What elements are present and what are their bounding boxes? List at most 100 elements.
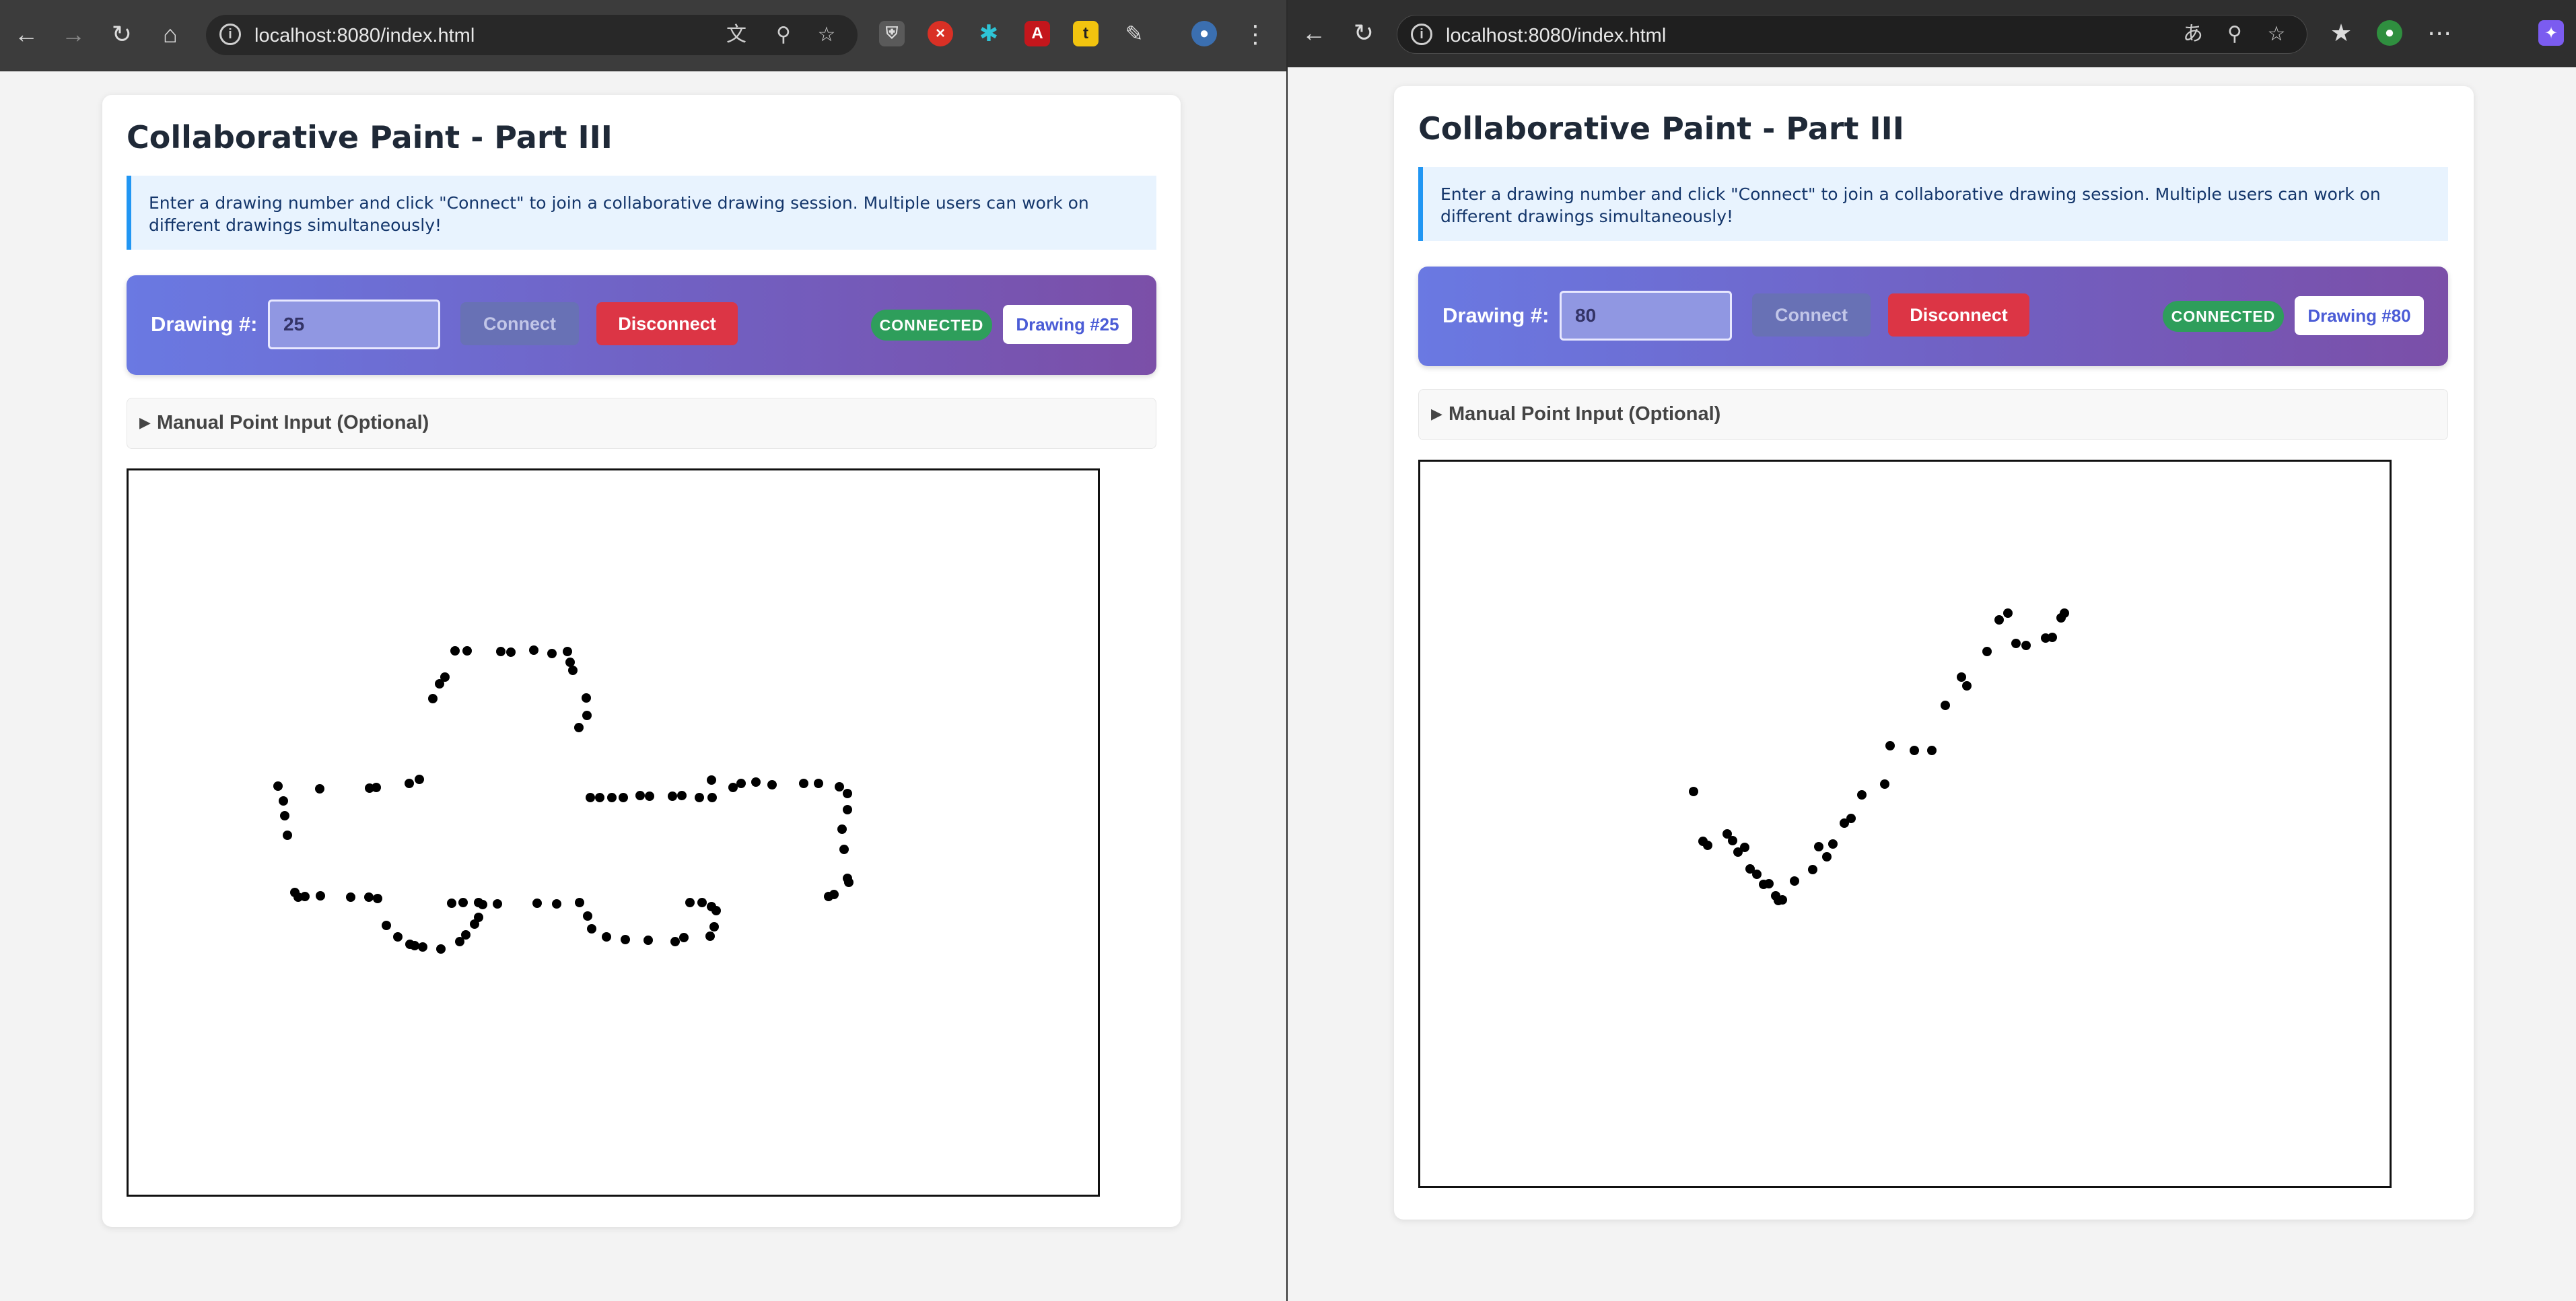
manual-point-input-toggle[interactable]: ▶ Manual Point Input (Optional) xyxy=(1418,389,2448,440)
browser-toolbar: ← ↻ i localhost:8080/index.html あ ⚲ ☆ ★ … xyxy=(1288,0,2576,67)
canvas-point xyxy=(393,932,403,942)
drawing-number-input[interactable] xyxy=(1560,291,1732,341)
menu-kebab-icon[interactable]: ⋮ xyxy=(1240,19,1271,50)
connection-controls: Drawing #: Connect Disconnect CONNECTED … xyxy=(127,275,1156,375)
profile-avatar-icon[interactable]: ● xyxy=(1191,21,1217,46)
canvas-point xyxy=(574,723,584,732)
canvas-point xyxy=(1994,615,2004,625)
canvas-point xyxy=(529,645,538,655)
canvas-point xyxy=(410,941,419,950)
canvas-point xyxy=(1778,895,1787,905)
canvas-point xyxy=(283,831,292,840)
canvas-point xyxy=(273,781,283,791)
canvas-point xyxy=(474,898,483,907)
canvas-point xyxy=(1880,779,1889,789)
canvas-point xyxy=(316,891,325,901)
disconnect-button[interactable]: Disconnect xyxy=(596,302,738,345)
home-icon[interactable]: ⌂ xyxy=(155,19,186,50)
canvas-point xyxy=(372,783,381,792)
canvas-point xyxy=(280,811,289,820)
connect-button[interactable]: Connect xyxy=(460,302,579,345)
browser-window-left: ← → ↻ ⌂ i localhost:8080/index.html 文 ⚲ … xyxy=(0,0,1286,1301)
page-title: Collaborative Paint - Part III xyxy=(127,119,613,155)
manual-point-input-toggle[interactable]: ▶ Manual Point Input (Optional) xyxy=(127,398,1156,449)
canvas-point xyxy=(565,658,575,667)
canvas-point xyxy=(799,779,808,788)
canvas-point xyxy=(645,792,654,801)
canvas-point xyxy=(563,647,572,656)
canvas-point xyxy=(493,899,502,909)
canvas-point xyxy=(346,892,355,902)
blocker-extension-icon[interactable]: × xyxy=(928,21,953,46)
site-info-icon[interactable]: i xyxy=(1411,24,1432,45)
t-extension-icon[interactable]: t xyxy=(1073,21,1099,46)
pdf-extension-icon[interactable]: A xyxy=(1024,21,1050,46)
address-bar[interactable]: i localhost:8080/index.html あ ⚲ ☆ xyxy=(1397,15,2307,54)
asterisk-extension-icon[interactable]: ✱ xyxy=(976,21,1002,46)
extensions-puzzle-icon[interactable]: ✎ xyxy=(1121,21,1147,46)
status-badge: CONNECTED xyxy=(2163,301,2284,332)
canvas-point xyxy=(586,793,595,802)
canvas-point xyxy=(595,793,604,802)
canvas-point xyxy=(458,898,468,907)
canvas-point xyxy=(1808,865,1817,874)
reload-icon[interactable]: ↻ xyxy=(1348,17,1379,48)
canvas-point xyxy=(685,898,695,907)
address-bar[interactable]: i localhost:8080/index.html 文 ⚲ ☆ xyxy=(206,15,858,55)
canvas-point xyxy=(2003,608,2013,618)
back-icon[interactable]: ← xyxy=(11,19,42,50)
disconnect-button[interactable]: Disconnect xyxy=(1888,293,2029,337)
canvas-point xyxy=(1957,672,1966,682)
canvas-point xyxy=(751,777,761,787)
canvas-point xyxy=(300,892,310,901)
canvas-point xyxy=(496,647,506,656)
canvas-point xyxy=(707,793,717,802)
favorites-icon[interactable]: ★ xyxy=(2326,17,2357,48)
drawing-number-input[interactable] xyxy=(268,300,440,349)
canvas-point xyxy=(1822,852,1832,862)
drawing-canvas[interactable] xyxy=(127,468,1100,1197)
translate-icon[interactable]: 文 xyxy=(724,23,749,47)
menu-ellipsis-icon[interactable]: ⋯ xyxy=(2424,17,2455,48)
reload-icon[interactable]: ↻ xyxy=(106,19,137,50)
profile-avatar-icon[interactable]: ● xyxy=(2377,20,2402,46)
canvas-point xyxy=(1828,839,1838,849)
bookmark-star-icon[interactable]: ☆ xyxy=(814,23,839,47)
canvas-point xyxy=(1752,870,1762,879)
url-text: localhost:8080/index.html xyxy=(254,25,475,46)
canvas-point xyxy=(279,796,288,806)
canvas-point xyxy=(607,793,617,802)
copilot-icon[interactable]: ✦ xyxy=(2538,20,2564,46)
canvas-point xyxy=(844,878,854,887)
canvas-point xyxy=(2060,608,2069,618)
read-aloud-icon[interactable]: あ xyxy=(2181,22,2205,46)
canvas-point xyxy=(602,932,611,942)
favorite-star-icon[interactable]: ☆ xyxy=(2264,22,2289,46)
canvas-point xyxy=(679,933,689,942)
drawing-canvas[interactable] xyxy=(1418,460,2392,1188)
canvas-point xyxy=(583,911,592,921)
back-icon[interactable]: ← xyxy=(1298,17,1329,48)
canvas-point xyxy=(767,780,777,789)
canvas-point xyxy=(670,937,680,946)
shield-extension-icon[interactable]: ⛨ xyxy=(879,21,905,46)
canvas-point xyxy=(582,693,591,703)
canvas-point xyxy=(1857,790,1867,800)
canvas-point xyxy=(839,845,849,854)
connect-button[interactable]: Connect xyxy=(1752,293,1871,337)
zoom-icon[interactable]: ⚲ xyxy=(771,23,796,47)
site-info-icon[interactable]: i xyxy=(219,24,241,45)
canvas-point xyxy=(382,921,391,930)
canvas-point xyxy=(552,899,561,909)
canvas-point xyxy=(1814,842,1823,851)
forward-icon[interactable]: → xyxy=(58,19,89,50)
browser-window-right: ← ↻ i localhost:8080/index.html あ ⚲ ☆ ★ … xyxy=(1288,0,2576,1301)
zoom-icon[interactable]: ⚲ xyxy=(2223,22,2247,46)
canvas-point xyxy=(707,775,716,785)
canvas-point xyxy=(1740,843,1749,852)
canvas-point xyxy=(668,792,677,801)
canvas-point xyxy=(837,824,847,834)
canvas-point xyxy=(474,913,483,922)
canvas-point xyxy=(1927,746,1937,755)
canvas-points xyxy=(1689,608,2069,905)
